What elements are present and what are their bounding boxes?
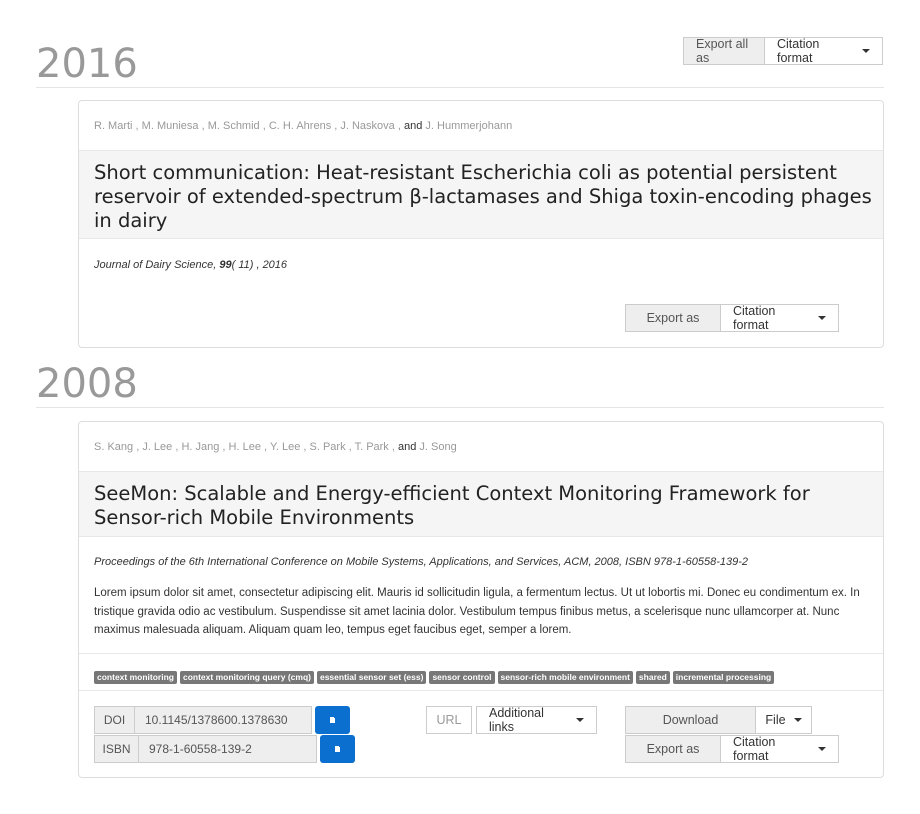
author-link[interactable]: H. Lee bbox=[229, 441, 261, 453]
caret-down-icon bbox=[818, 747, 826, 751]
author-link[interactable]: S. Park bbox=[310, 441, 346, 453]
publication-card: R. Marti , M. Muniesa , M. Schmid , C. H… bbox=[78, 100, 884, 348]
doi-label: DOI bbox=[94, 706, 135, 734]
url-button[interactable]: URL bbox=[426, 706, 472, 734]
year-heading-2016: 2016 bbox=[36, 41, 138, 87]
author-link[interactable]: T. Park bbox=[355, 441, 389, 453]
author-link[interactable]: J. Lee bbox=[142, 441, 172, 453]
year-divider bbox=[36, 87, 884, 88]
file-dropdown[interactable]: File bbox=[755, 706, 812, 734]
isbn-label: ISBN bbox=[94, 735, 139, 763]
author-link[interactable]: J. Hummerjohann bbox=[425, 120, 512, 132]
caret-down-icon bbox=[576, 718, 584, 722]
author-and: and bbox=[397, 441, 417, 453]
title-band: SeeMon: Scalable and Energy-efficient Co… bbox=[79, 471, 883, 537]
additional-links-label: Additional links bbox=[489, 706, 544, 734]
citation-format-label: Citation format bbox=[733, 304, 776, 332]
publication-title[interactable]: SeeMon: Scalable and Energy-efficient Co… bbox=[94, 482, 834, 530]
keyword-tags: context monitoring context monitoring que… bbox=[94, 667, 777, 685]
author-link[interactable]: J. Naskova bbox=[340, 120, 394, 132]
keyword-tag[interactable]: incremental processing bbox=[672, 671, 775, 684]
journal-volume: 99 bbox=[219, 259, 232, 271]
author-list: S. Kang , J. Lee , H. Jang , H. Lee , Y.… bbox=[94, 441, 457, 453]
year-heading-2008: 2008 bbox=[36, 361, 138, 407]
title-band: Short communication: Heat-resistant Esch… bbox=[79, 150, 883, 239]
export-as-label: Export as bbox=[625, 735, 721, 763]
doi-field-group: DOI 10.1145/1378600.1378630 bbox=[94, 706, 312, 734]
section-divider bbox=[79, 690, 883, 691]
section-divider bbox=[79, 653, 883, 654]
caret-down-icon bbox=[818, 316, 826, 320]
citation-format-dropdown[interactable]: Citation format bbox=[720, 304, 839, 332]
isbn-field[interactable]: 978-1-60558-139-2 bbox=[138, 735, 317, 763]
citation-format-dropdown[interactable]: Citation format bbox=[720, 735, 839, 763]
journal-info: Journal of Dairy Science, 99( 11) , 2016 bbox=[94, 259, 287, 271]
copy-icon bbox=[335, 745, 341, 752]
author-link[interactable]: Y. Lee bbox=[270, 441, 300, 453]
author-link[interactable]: R. Marti bbox=[94, 120, 133, 132]
publication-card: S. Kang , J. Lee , H. Jang , H. Lee , Y.… bbox=[78, 421, 884, 778]
author-link[interactable]: J. Song bbox=[419, 441, 456, 453]
abstract-text: Lorem ipsum dolor sit amet, consectetur … bbox=[94, 587, 860, 636]
keyword-tag[interactable]: sensor-rich mobile environment bbox=[497, 671, 633, 684]
citation-format-label: Citation format bbox=[733, 735, 776, 763]
download-label: Download bbox=[625, 706, 756, 734]
author-link[interactable]: C. H. Ahrens bbox=[269, 120, 331, 132]
citation-format-label: Citation format bbox=[777, 37, 820, 65]
author-and: and bbox=[403, 120, 423, 132]
export-group: Export as Citation format bbox=[625, 304, 839, 332]
year-divider bbox=[36, 407, 884, 408]
doi-field[interactable]: 10.1145/1378600.1378630 bbox=[134, 706, 312, 734]
author-list: R. Marti , M. Muniesa , M. Schmid , C. H… bbox=[94, 120, 513, 132]
journal-name: Journal of Dairy Science, bbox=[94, 259, 217, 271]
keyword-tag[interactable]: shared bbox=[635, 671, 670, 684]
conference-info: Proceedings of the 6th International Con… bbox=[94, 556, 749, 568]
export-group: Export as Citation format bbox=[625, 735, 839, 763]
export-all-group: Export all as Citation format bbox=[683, 37, 883, 65]
caret-down-icon bbox=[862, 49, 870, 53]
copy-doi-button[interactable] bbox=[315, 706, 350, 734]
caret-down-icon bbox=[793, 718, 802, 722]
keyword-tag[interactable]: sensor control bbox=[429, 671, 495, 684]
keyword-tag[interactable]: context monitoring query (cmq) bbox=[179, 671, 314, 684]
author-link[interactable]: S. Kang bbox=[94, 441, 133, 453]
keyword-tag[interactable]: context monitoring bbox=[94, 671, 177, 684]
journal-issue-year: ( 11) , 2016 bbox=[231, 259, 288, 271]
author-link[interactable]: M. Schmid bbox=[208, 120, 260, 132]
file-label: File bbox=[765, 713, 786, 727]
citation-format-dropdown-all[interactable]: Citation format bbox=[764, 37, 883, 65]
download-group: Download File bbox=[625, 706, 812, 734]
copy-isbn-button[interactable] bbox=[320, 735, 355, 763]
publication-title[interactable]: Short communication: Heat-resistant Esch… bbox=[94, 161, 874, 233]
copy-icon bbox=[330, 716, 336, 723]
keyword-tag[interactable]: essential sensor set (ess) bbox=[316, 671, 427, 684]
author-link[interactable]: H. Jang bbox=[181, 441, 219, 453]
export-all-label: Export all as bbox=[683, 37, 765, 65]
export-as-label: Export as bbox=[625, 304, 721, 332]
additional-links-dropdown[interactable]: Additional links bbox=[476, 706, 597, 734]
isbn-field-group: ISBN 978-1-60558-139-2 bbox=[94, 735, 317, 763]
author-link[interactable]: M. Muniesa bbox=[142, 120, 199, 132]
